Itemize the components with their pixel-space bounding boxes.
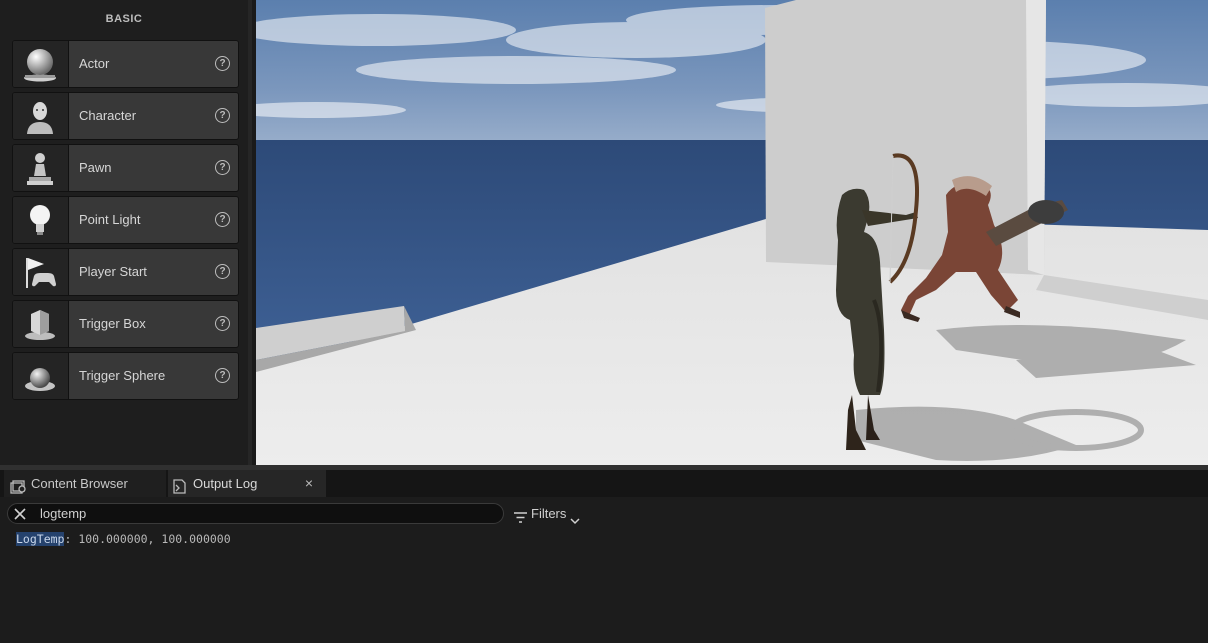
actor-item-label: Pawn <box>79 160 112 175</box>
actor-item-label: Point Light <box>79 212 141 227</box>
clear-search-icon[interactable] <box>13 507 27 526</box>
help-icon[interactable]: ? <box>215 160 230 175</box>
trigger-box-icon <box>13 301 69 347</box>
log-entry[interactable]: LogTemp: 100.000000, 100.000000 <box>16 532 231 546</box>
filters-button[interactable]: Filters <box>514 503 580 525</box>
tab-content-browser[interactable]: Content Browser <box>4 470 166 497</box>
actor-item-label: Actor <box>79 56 110 71</box>
log-search-input[interactable] <box>40 504 480 523</box>
log-search-box[interactable] <box>7 503 504 524</box>
output-log-panel: Filters LogTemp: 100.000000, 100.000000 <box>0 497 1208 643</box>
level-viewport[interactable] <box>256 0 1208 465</box>
pawn-icon <box>13 145 69 191</box>
actor-item-trigger-sphere[interactable]: Trigger Sphere ? <box>12 352 239 400</box>
actor-item-actor[interactable]: Actor ? <box>12 40 239 88</box>
filters-label: Filters <box>531 506 567 521</box>
tab-label: Content Browser <box>31 476 128 491</box>
player-start-flag-icon <box>13 249 69 295</box>
actor-item-pawn[interactable]: Pawn ? <box>12 144 239 192</box>
actor-item-label: Character <box>79 108 137 123</box>
log-category: LogTemp <box>16 532 65 546</box>
bottom-tab-bar: Content Browser Output Log × <box>0 470 1208 497</box>
help-icon[interactable]: ? <box>215 316 230 331</box>
help-icon[interactable]: ? <box>215 264 230 279</box>
section-title: BASIC <box>105 13 143 25</box>
actor-item-label: Player Start <box>79 264 147 279</box>
close-icon[interactable]: × <box>305 470 313 497</box>
help-icon[interactable]: ? <box>215 108 230 123</box>
filter-icon <box>514 508 527 529</box>
help-icon[interactable]: ? <box>215 212 230 227</box>
lightbulb-icon <box>13 197 69 243</box>
character-bust-icon <box>13 93 69 139</box>
help-icon[interactable]: ? <box>215 56 230 71</box>
tab-label: Output Log <box>193 476 258 491</box>
actor-item-label: Trigger Box <box>79 316 146 331</box>
actor-sphere-icon <box>13 41 69 87</box>
actor-item-trigger-box[interactable]: Trigger Box ? <box>12 300 239 348</box>
actor-list: Actor ? Character ? Pawn ? Point Light ?… <box>12 40 239 404</box>
place-actors-panel: BASIC Actor ? Character ? Pawn ? Point L… <box>0 0 252 465</box>
actor-item-point-light[interactable]: Point Light ? <box>12 196 239 244</box>
viewport-scene <box>256 0 1208 465</box>
actor-item-character[interactable]: Character ? <box>12 92 239 140</box>
tab-output-log[interactable]: Output Log × <box>168 470 326 497</box>
help-icon[interactable]: ? <box>215 368 230 383</box>
chevron-down-icon <box>570 510 580 531</box>
actor-item-player-start[interactable]: Player Start ? <box>12 248 239 296</box>
log-message: : 100.000000, 100.000000 <box>64 532 231 546</box>
actor-item-label: Trigger Sphere <box>79 368 166 383</box>
trigger-sphere-icon <box>13 353 69 399</box>
